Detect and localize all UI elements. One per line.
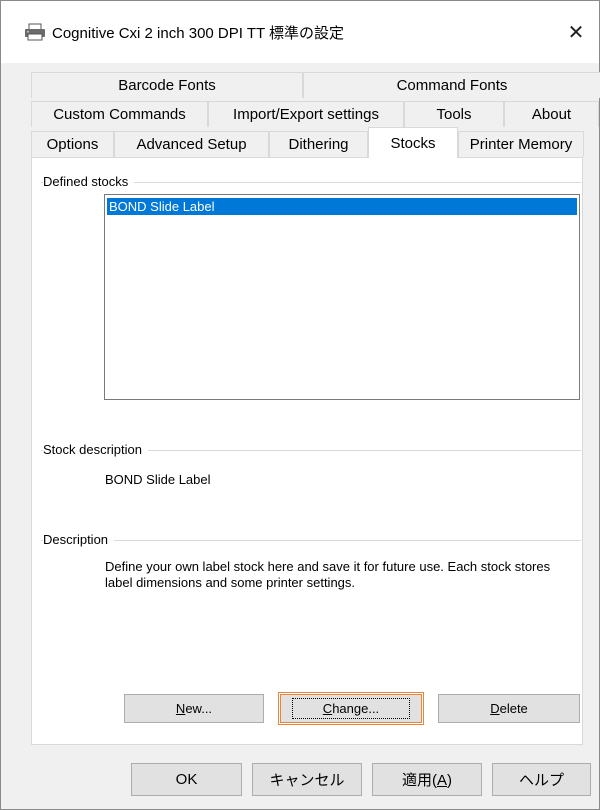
delete-stock-button-label: Delete bbox=[490, 701, 528, 716]
tab-stocks[interactable]: Stocks bbox=[368, 127, 458, 158]
stock-description-label: Stock description bbox=[43, 442, 148, 457]
tab-about[interactable]: About bbox=[504, 101, 599, 127]
printer-icon bbox=[25, 23, 45, 41]
description-divider bbox=[41, 540, 581, 541]
description-label: Description bbox=[43, 532, 115, 547]
stock-description-value: BOND Slide Label bbox=[105, 472, 211, 487]
tab-custom-commands[interactable]: Custom Commands bbox=[31, 101, 208, 127]
tab-dithering[interactable]: Dithering bbox=[269, 131, 368, 157]
change-stock-button[interactable]: Change... bbox=[278, 692, 424, 725]
change-stock-button-label: Change... bbox=[291, 698, 411, 719]
tab-command-fonts[interactable]: Command Fonts bbox=[303, 72, 600, 98]
tab-tools[interactable]: Tools bbox=[404, 101, 504, 127]
tab-printer-memory[interactable]: Printer Memory bbox=[458, 131, 584, 157]
printer-properties-dialog: Cognitive Cxi 2 inch 300 DPI TT 標準の設定 ✕ … bbox=[0, 0, 600, 810]
description-text: Define your own label stock here and sav… bbox=[105, 559, 551, 590]
window-title: Cognitive Cxi 2 inch 300 DPI TT 標準の設定 bbox=[52, 25, 345, 42]
new-stock-button[interactable]: New... bbox=[124, 694, 264, 723]
cancel-button[interactable]: キャンセル bbox=[252, 763, 362, 796]
new-stock-button-label: New... bbox=[175, 701, 213, 716]
apply-button-label: 適用(A) bbox=[401, 772, 452, 789]
help-button[interactable]: ヘルプ bbox=[492, 763, 591, 796]
apply-button[interactable]: 適用(A) bbox=[372, 763, 482, 796]
tab-import-export[interactable]: Import/Export settings bbox=[208, 101, 404, 127]
title-bar: Cognitive Cxi 2 inch 300 DPI TT 標準の設定 ✕ bbox=[1, 1, 599, 63]
close-button[interactable]: ✕ bbox=[553, 1, 599, 63]
tab-advanced-setup[interactable]: Advanced Setup bbox=[114, 131, 269, 157]
list-item[interactable]: BOND Slide Label bbox=[107, 198, 577, 215]
close-icon: ✕ bbox=[567, 21, 585, 44]
defined-stocks-label: Defined stocks bbox=[43, 174, 135, 189]
tab-barcode-fonts[interactable]: Barcode Fonts bbox=[31, 72, 303, 98]
defined-stocks-listbox[interactable]: BOND Slide Label bbox=[104, 194, 580, 400]
delete-stock-button[interactable]: Delete bbox=[438, 694, 580, 723]
ok-button[interactable]: OK bbox=[131, 763, 242, 796]
tab-options[interactable]: Options bbox=[31, 131, 114, 157]
